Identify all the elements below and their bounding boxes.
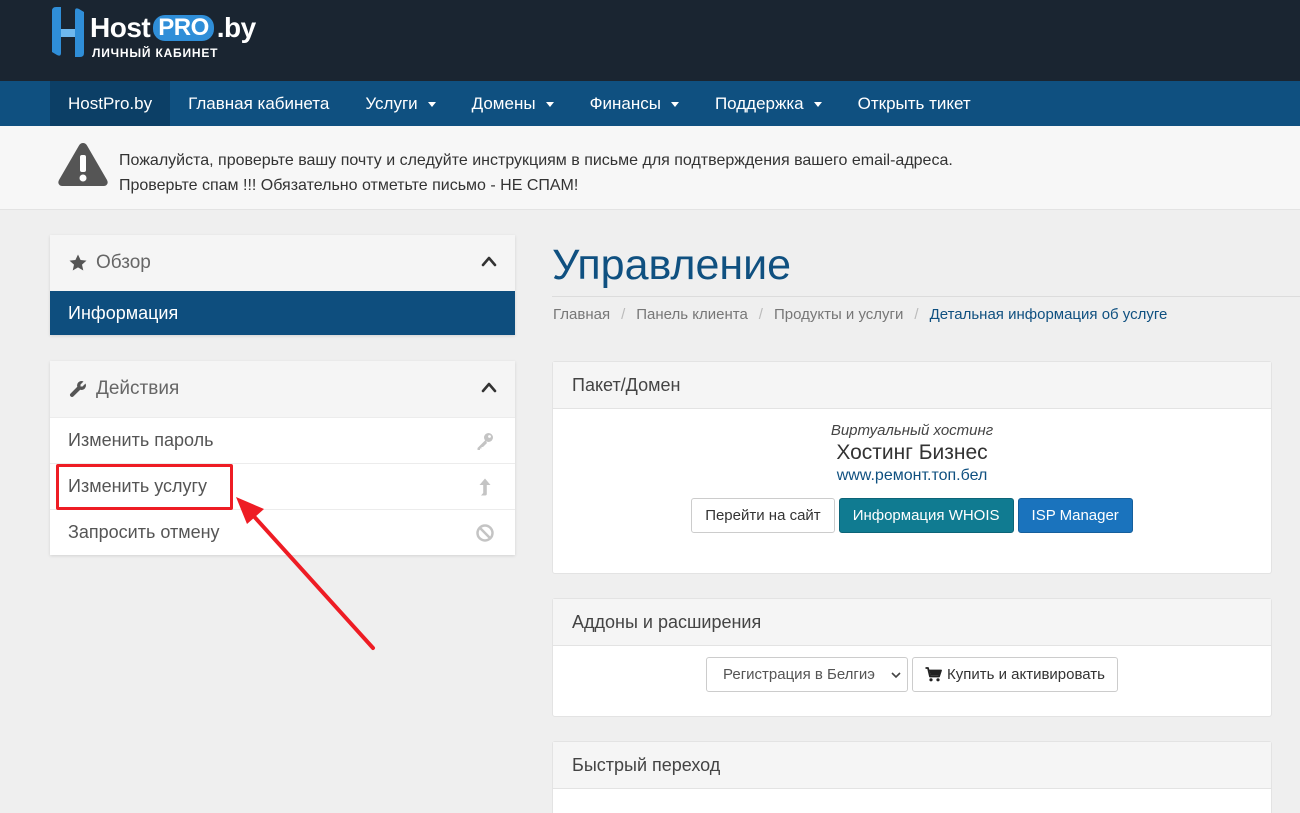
title-divider	[552, 296, 1300, 297]
actions-title: Действия	[96, 378, 180, 399]
logo-subtitle: ЛИЧНЫЙ КАБИНЕТ	[92, 46, 219, 60]
package-type: Виртуальный хостинг	[830, 422, 994, 439]
star-icon	[69, 254, 87, 271]
breadcrumb-current: Детальная информация об услуге	[929, 306, 1168, 323]
card-header: Пакет/Домен	[553, 362, 1271, 409]
breadcrumb-home[interactable]: Главная	[553, 306, 610, 323]
logo-pro-badge: PRO	[153, 15, 214, 41]
visit-site-button[interactable]: Перейти на сайт	[691, 498, 835, 533]
quick-jump-card: Быстрый переход	[552, 741, 1272, 813]
hostpro-logo[interactable]: Host PRO .by ЛИЧНЫЙ КАБИНЕТ	[48, 7, 256, 60]
ban-icon	[476, 524, 494, 542]
package-domain-link[interactable]: www.ремонт.топ.бел	[553, 467, 1271, 485]
nav-label: Финансы	[589, 94, 661, 113]
logo-h-icon	[52, 7, 84, 57]
cart-icon	[925, 667, 942, 682]
package-name: Хостинг Бизнес	[836, 441, 988, 464]
email-verification-alert: Пожалуйста, проверьте вашу почту и следу…	[0, 126, 1300, 210]
nav-open-ticket[interactable]: Открыть тикет	[840, 81, 989, 126]
alert-line-2: Проверьте спам !!! Обязательно отметьте …	[119, 177, 579, 194]
nav-label: Услуги	[365, 94, 418, 113]
addon-select[interactable]: Регистрация в Белгиэ	[706, 657, 908, 692]
breadcrumb-separator: /	[758, 306, 763, 323]
isp-manager-button[interactable]: ISP Manager	[1017, 498, 1133, 533]
nav-label: HostPro.by	[68, 94, 153, 113]
sidebar-item-label: Информация	[68, 302, 179, 323]
addon-select-value: Регистрация в Белгиэ	[723, 666, 875, 683]
caret-down-icon	[427, 102, 436, 107]
sidebar-item-label: Изменить пароль	[68, 430, 214, 450]
nav-support-dropdown[interactable]: Поддержка	[697, 81, 840, 126]
breadcrumb-client-area[interactable]: Панель клиента	[636, 306, 748, 323]
sidebar-item-label: Изменить услугу	[68, 476, 208, 496]
package-domain-card: Пакет/Домен Виртуальный хостинг Хостинг …	[552, 361, 1272, 574]
breadcrumb: Главная / Панель клиента / Продукты и ус…	[553, 306, 1167, 323]
breadcrumb-products[interactable]: Продукты и услуги	[774, 306, 903, 323]
warning-icon	[58, 143, 108, 186]
breadcrumb-separator: /	[914, 306, 919, 323]
sidebar-item-information[interactable]: Информация	[50, 291, 515, 335]
caret-down-icon	[813, 102, 822, 107]
nav-label: Поддержка	[714, 94, 804, 113]
overview-panel: Обзор Информация	[50, 235, 515, 335]
nav-label: Главная кабинета	[188, 94, 330, 113]
sidebar-item-change-password[interactable]: Изменить пароль	[50, 417, 515, 463]
logo-host-text: Host	[90, 12, 151, 43]
nav-dashboard[interactable]: Главная кабинета	[170, 81, 347, 126]
addons-card: Аддоны и расширения Регистрация в Белгиэ…	[552, 598, 1272, 717]
whois-info-button[interactable]: Информация WHOIS	[838, 498, 1014, 533]
package-button-row: Перейти на сайт Информация WHOIS ISP Man…	[553, 498, 1271, 533]
overview-title: Обзор	[96, 252, 151, 273]
logo-by-text: .by	[216, 12, 256, 43]
card-header: Быстрый переход	[553, 742, 1271, 789]
caret-down-icon	[670, 102, 679, 107]
card-header: Аддоны и расширения	[553, 599, 1271, 646]
key-icon	[477, 433, 493, 450]
nav-services-dropdown[interactable]: Услуги	[347, 81, 453, 126]
wrench-icon	[69, 381, 86, 398]
buy-activate-label: Купить и активировать	[947, 666, 1105, 683]
nav-label: Домены	[471, 94, 536, 113]
caret-down-icon	[545, 102, 554, 107]
overview-panel-header[interactable]: Обзор	[50, 235, 515, 291]
actions-panel-header[interactable]: Действия	[50, 361, 515, 417]
nav-finance-dropdown[interactable]: Финансы	[572, 81, 697, 126]
chevron-up-icon[interactable]	[481, 381, 497, 393]
main-nav: HostPro.by Главная кабинета Услуги Домен…	[0, 81, 1300, 126]
chevron-down-icon	[891, 672, 901, 679]
actions-panel: Действия Изменить пароль Изменить услугу…	[50, 361, 515, 555]
buy-activate-button[interactable]: Купить и активировать	[912, 657, 1118, 692]
sidebar-item-label: Запросить отмену	[68, 522, 220, 542]
breadcrumb-separator: /	[621, 306, 626, 323]
chevron-up-icon[interactable]	[481, 255, 497, 267]
nav-domains-dropdown[interactable]: Домены	[454, 81, 572, 126]
sidebar-item-change-service[interactable]: Изменить услугу	[50, 463, 515, 509]
alert-line-1: Пожалуйста, проверьте вашу почту и следу…	[119, 152, 953, 169]
nav-home-brand[interactable]: HostPro.by	[50, 81, 171, 126]
arrow-up-icon	[479, 478, 491, 496]
sidebar-item-request-cancel[interactable]: Запросить отмену	[50, 509, 515, 555]
top-header: Host PRO .by ЛИЧНЫЙ КАБИНЕТ	[0, 0, 1300, 81]
page-title: Управление	[552, 241, 792, 289]
nav-label: Открыть тикет	[857, 94, 971, 113]
